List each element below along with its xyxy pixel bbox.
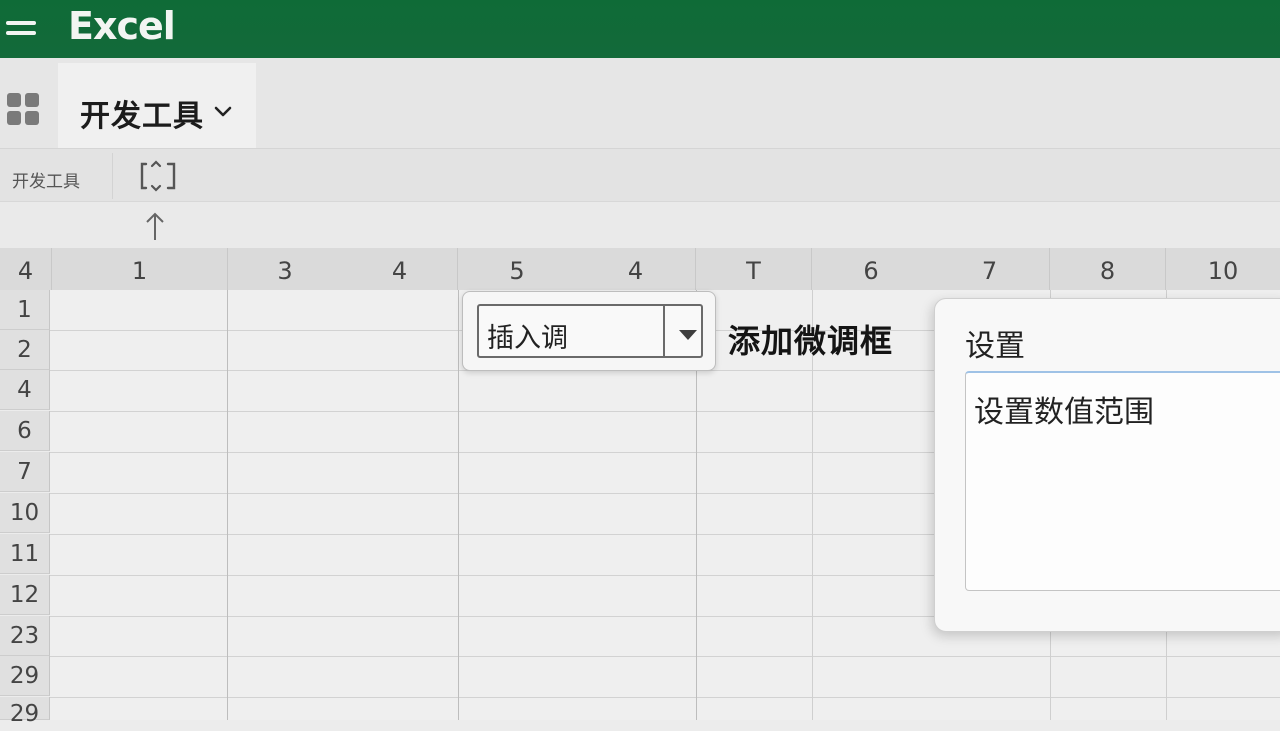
tab-developer[interactable]: 开发工具 bbox=[58, 63, 256, 148]
ribbon-divider bbox=[112, 153, 113, 199]
dropdown-divider bbox=[663, 306, 665, 356]
title-bar bbox=[0, 0, 1280, 58]
column-header[interactable]: 8 bbox=[1050, 248, 1166, 290]
chevron-down-icon bbox=[214, 103, 232, 122]
settings-panel-title: 设置 bbox=[965, 329, 1025, 364]
tab-developer-label: 开发工具 bbox=[80, 99, 204, 134]
corner-header[interactable]: 4 bbox=[0, 248, 52, 290]
spinner-dropdown-field[interactable]: 插入调 bbox=[477, 304, 703, 358]
dropdown-arrow-icon[interactable] bbox=[677, 326, 699, 345]
spinner-control-icon[interactable] bbox=[138, 160, 178, 192]
row-header[interactable]: 29 bbox=[0, 697, 50, 727]
row-header[interactable]: 6 bbox=[0, 411, 50, 451]
value-range-text: 设置数值范围 bbox=[974, 395, 1154, 430]
settings-panel: 设置 设置数值范围 bbox=[934, 298, 1280, 632]
row-header[interactable]: 10 bbox=[0, 493, 50, 533]
row-header[interactable]: 1 bbox=[0, 290, 50, 330]
column-header[interactable]: 4 bbox=[342, 248, 458, 290]
row-header[interactable]: 12 bbox=[0, 575, 50, 615]
app-launcher-icon[interactable] bbox=[7, 93, 41, 127]
grid-line bbox=[227, 290, 228, 720]
row-header[interactable]: 29 bbox=[0, 656, 50, 696]
column-header[interactable]: T bbox=[696, 248, 812, 290]
column-header[interactable]: 1 bbox=[52, 248, 228, 290]
formula-strip bbox=[0, 202, 1280, 248]
row-header[interactable]: 7 bbox=[0, 452, 50, 492]
value-range-field[interactable]: 设置数值范围 bbox=[965, 371, 1280, 591]
up-arrow-icon bbox=[143, 210, 167, 242]
column-header[interactable]: 6 bbox=[812, 248, 930, 290]
add-spinner-callout: 添加微调框 bbox=[728, 322, 894, 360]
spinner-widget-text: 插入调 bbox=[487, 323, 568, 354]
ribbon-command-row bbox=[0, 149, 1280, 202]
row-header[interactable]: 4 bbox=[0, 370, 50, 410]
column-header[interactable]: 3 bbox=[228, 248, 342, 290]
ribbon-group-label: 开发工具 bbox=[12, 172, 80, 192]
hamburger-menu-icon[interactable] bbox=[6, 19, 36, 39]
row-header[interactable]: 2 bbox=[0, 330, 50, 370]
app-title: Excel bbox=[68, 4, 176, 48]
column-header[interactable]: 7 bbox=[930, 248, 1050, 290]
row-header[interactable]: 11 bbox=[0, 534, 50, 574]
column-header[interactable]: 10 bbox=[1166, 248, 1280, 290]
column-header[interactable]: 4 bbox=[576, 248, 696, 290]
grid-line bbox=[50, 656, 1280, 657]
grid-line bbox=[458, 290, 459, 720]
column-header[interactable]: 5 bbox=[458, 248, 576, 290]
row-header[interactable]: 23 bbox=[0, 616, 50, 656]
grid-line bbox=[50, 697, 1280, 698]
spinner-widget[interactable]: 插入调 bbox=[462, 291, 716, 371]
